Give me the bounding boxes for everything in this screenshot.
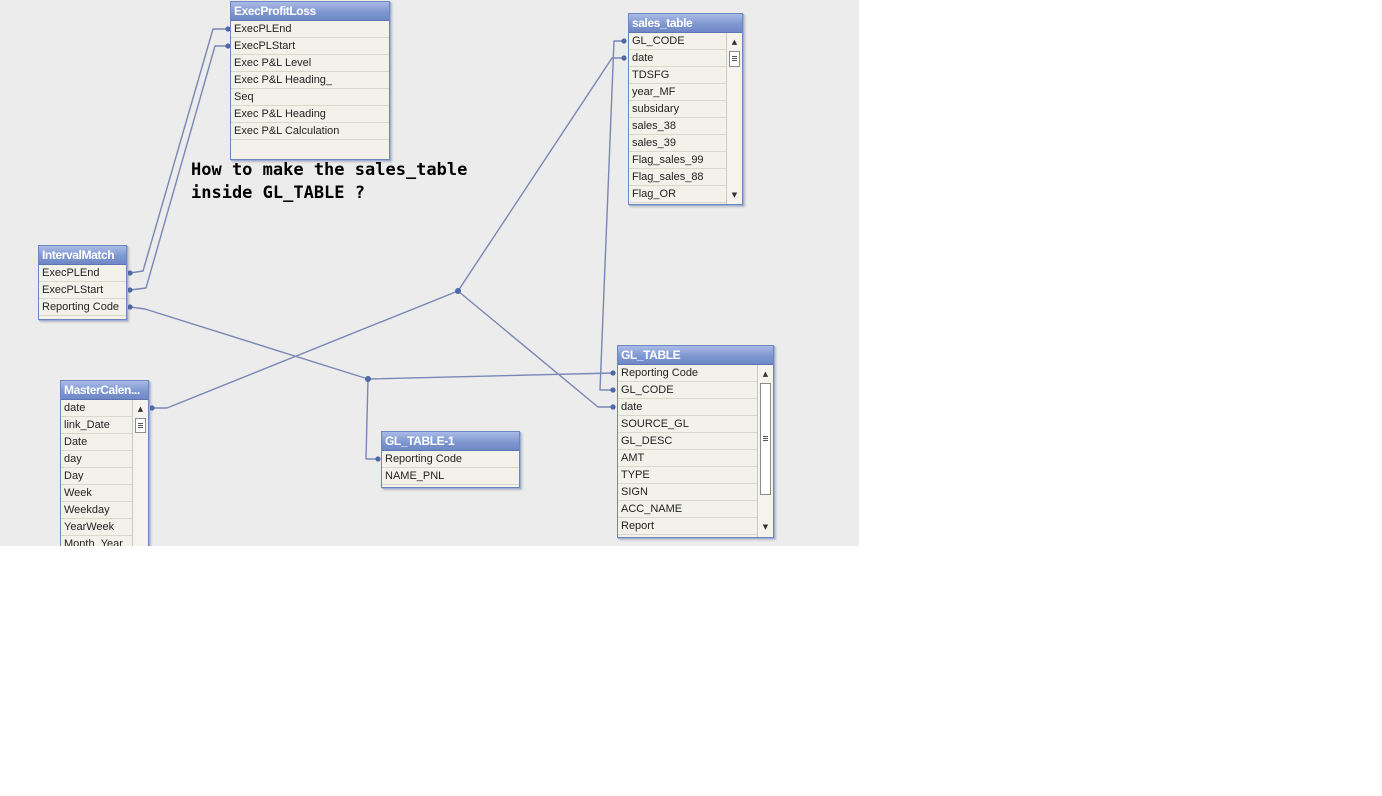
field-execplstart[interactable]: ExecPLStart [231,38,389,55]
link-gl-table-1 [365,378,378,460]
table-fields: GL_CODE date TDSFG year_MF subsidary sal… [629,33,742,204]
table-title[interactable]: sales_table [629,14,742,33]
field-exec-pl-heading[interactable]: Exec P&L Heading [231,106,389,123]
field-exec-pl-calculation[interactable]: Exec P&L Calculation [231,123,389,140]
table-mastercalendar[interactable]: MasterCalen... date link_Date Date day D… [60,380,149,546]
link-node [621,38,627,44]
table-gl-table-1[interactable]: GL_TABLE-1 Reporting Code NAME_PNL [381,431,520,488]
field-flag-sales-99[interactable]: Flag_sales_99 [629,152,726,169]
table-title[interactable]: IntervalMatch [39,246,126,265]
field-seq[interactable]: Seq [231,89,389,106]
link-node [610,404,616,410]
link-date-gl [457,290,613,408]
link-node [610,387,616,393]
field-day-capital[interactable]: Day [61,468,132,485]
table-title[interactable]: GL_TABLE [618,346,773,365]
link-node [375,456,381,462]
link-node [621,55,627,61]
scroll-thumb[interactable] [729,51,740,67]
field-month-year[interactable]: Month_Year [61,536,132,546]
link-date-sales [457,57,624,292]
field-amt[interactable]: AMT [618,450,757,467]
scroll-up-arrow-icon[interactable]: ▲ [727,35,742,49]
vertical-scrollbar[interactable]: ▲ ▼ [726,33,742,204]
link-node [149,405,155,411]
field-source-gl[interactable]: SOURCE_GL [618,416,757,433]
scroll-up-arrow-icon[interactable]: ▲ [758,367,773,381]
question-annotation: How to make the sales_table inside GL_TA… [191,159,467,205]
field-exec-pl-heading-underscore[interactable]: Exec P&L Heading_ [231,72,389,89]
field-tdsfg[interactable]: TDSFG [629,67,726,84]
scroll-down-arrow-icon[interactable]: ▼ [727,188,742,202]
table-fields: ExecPLEnd ExecPLStart Reporting Code [39,265,126,319]
field-flag-or[interactable]: Flag_OR [629,186,726,203]
link-node [127,287,133,293]
table-intervalmatch[interactable]: IntervalMatch ExecPLEnd ExecPLStart Repo… [38,245,127,320]
field-link-date[interactable]: link_Date [61,417,132,434]
field-day[interactable]: day [61,451,132,468]
field-reporting-code[interactable]: Reporting Code [39,299,126,316]
table-title[interactable]: GL_TABLE-1 [382,432,519,451]
field-reporting-code[interactable]: Reporting Code [618,365,757,382]
table-execprofitloss[interactable]: ExecProfitLoss ExecPLEnd ExecPLStart Exe… [230,1,390,160]
scroll-thumb[interactable] [135,418,146,433]
field-report[interactable]: Report [618,518,757,535]
table-fields: date link_Date Date day Day Week Weekday… [61,400,148,546]
field-reporting-code[interactable]: Reporting Code [382,451,519,468]
table-sales-table[interactable]: sales_table GL_CODE date TDSFG year_MF s… [628,13,743,205]
link-execplend [129,28,228,274]
vertical-scrollbar[interactable]: ▲ ▼ [757,365,773,537]
link-gl-code [599,40,624,391]
table-fields: Reporting Code NAME_PNL [382,451,519,487]
field-date-capital[interactable]: Date [61,434,132,451]
field-sign[interactable]: SIGN [618,484,757,501]
link-node [127,304,133,310]
field-week[interactable]: Week [61,485,132,502]
field-date[interactable]: date [629,50,726,67]
field-gl-code[interactable]: GL_CODE [618,382,757,399]
field-type[interactable]: TYPE [618,467,757,484]
scroll-up-arrow-icon[interactable]: ▲ [133,402,148,416]
vertical-scrollbar[interactable]: ▲ [132,400,148,546]
field-sales-39[interactable]: sales_39 [629,135,726,152]
field-exec-pl-level[interactable]: Exec P&L Level [231,55,389,72]
link-node [127,270,133,276]
field-execplend[interactable]: ExecPLEnd [39,265,126,282]
field-date[interactable]: date [618,399,757,416]
table-fields: ExecPLEnd ExecPLStart Exec P&L Level Exe… [231,21,389,159]
scroll-thumb[interactable] [760,383,771,495]
table-title[interactable]: MasterCalen... [61,381,148,400]
scroll-down-arrow-icon[interactable]: ▼ [758,520,773,534]
question-line-1: How to make the sales_table [191,160,468,180]
field-flag-sales-88[interactable]: Flag_sales_88 [629,169,726,186]
field-weekday[interactable]: Weekday [61,502,132,519]
field-gl-code[interactable]: GL_CODE [629,33,726,50]
field-acc-name[interactable]: ACC_NAME [618,501,757,518]
link-node [610,370,616,376]
field-yearweek[interactable]: YearWeek [61,519,132,536]
table-gl-table[interactable]: GL_TABLE Reporting Code GL_CODE date SOU… [617,345,774,538]
link-date-hub [152,290,459,409]
table-viewer-canvas: ExecProfitLoss ExecPLEnd ExecPLStart Exe… [0,0,859,546]
field-execplstart[interactable]: ExecPLStart [39,282,126,299]
table-title[interactable]: ExecProfitLoss [231,2,389,21]
field-date[interactable]: date [61,400,132,417]
field-subsidary[interactable]: subsidary [629,101,726,118]
question-line-2: inside GL_TABLE ? [191,183,365,203]
link-node [455,288,461,294]
link-node [365,376,371,382]
field-name-pnl[interactable]: NAME_PNL [382,468,519,485]
field-year-mf[interactable]: year_MF [629,84,726,101]
table-fields: Reporting Code GL_CODE date SOURCE_GL GL… [618,365,773,537]
link-reporting-code [129,306,614,380]
field-gl-desc[interactable]: GL_DESC [618,433,757,450]
field-execplend[interactable]: ExecPLEnd [231,21,389,38]
field-sales-38[interactable]: sales_38 [629,118,726,135]
